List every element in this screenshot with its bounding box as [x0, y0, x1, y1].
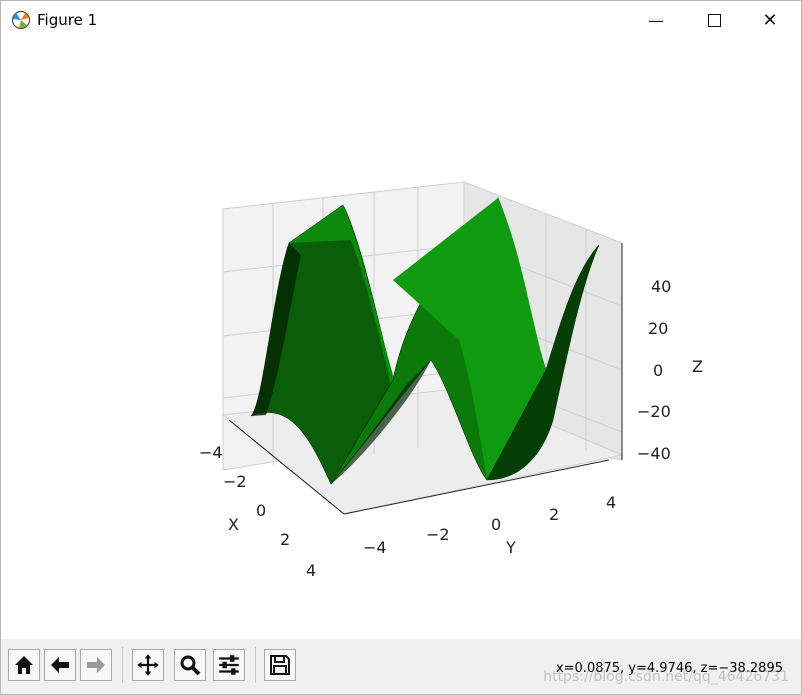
3d-surface-plot: −4 −2 0 2 4 X −4 −2 0 2 4 Y 40 20 0 −20 … [199, 181, 703, 580]
navigation-toolbar: x=0.0875, y=4.9746, z=−38.2895 https://b… [1, 639, 801, 694]
y-axis-label: Y [505, 538, 516, 557]
z-tick: 0 [653, 361, 663, 380]
z-tick: 40 [651, 277, 671, 296]
sliders-icon [219, 655, 239, 675]
x-tick: −4 [199, 443, 223, 462]
forward-arrow-icon [87, 657, 105, 673]
minimize-icon: — [648, 11, 664, 30]
zoom-button[interactable] [174, 649, 206, 681]
forward-button[interactable] [80, 649, 112, 681]
matplotlib-logo-icon [12, 11, 30, 29]
home-icon [15, 656, 33, 674]
x-axis-label: X [228, 515, 239, 534]
x-tick: 0 [256, 501, 266, 520]
toolbar-separator [255, 647, 256, 683]
x-tick: 4 [306, 561, 316, 580]
y-tick: 4 [606, 493, 616, 512]
close-icon: ✕ [762, 10, 778, 31]
pan-button[interactable] [132, 649, 164, 681]
z-tick: 20 [648, 319, 668, 338]
move-icon [137, 654, 159, 676]
maximize-icon [707, 14, 721, 27]
configure-subplots-button[interactable] [213, 649, 245, 681]
close-button[interactable]: ✕ [747, 1, 793, 40]
minimize-button[interactable]: — [633, 1, 679, 40]
z-axis-label: Z [692, 357, 703, 376]
save-button[interactable] [264, 649, 296, 681]
x-tick: 2 [280, 530, 290, 549]
title-bar[interactable]: Figure 1 — ✕ [1, 1, 801, 40]
y-tick: −4 [363, 538, 387, 557]
toolbar-separator [122, 647, 123, 683]
y-tick: 2 [549, 505, 559, 524]
home-button[interactable] [8, 649, 40, 681]
window-title: Figure 1 [37, 11, 98, 29]
maximize-button[interactable] [691, 1, 737, 40]
watermark-text: https://blog.csdn.net/qq_46426731 [543, 669, 789, 685]
back-button[interactable] [44, 649, 76, 681]
floppy-disk-icon [270, 655, 290, 675]
z-tick: −20 [637, 402, 671, 421]
y-tick: 0 [491, 515, 501, 534]
plot-canvas[interactable]: −4 −2 0 2 4 X −4 −2 0 2 4 Y 40 20 0 −20 … [1, 40, 801, 638]
magnifier-icon [180, 655, 201, 676]
x-tick: −2 [223, 472, 247, 491]
back-arrow-icon [51, 657, 69, 673]
y-tick: −2 [426, 525, 450, 544]
figure-window: Figure 1 — ✕ −4 −2 0 2 4 X −4 −2 0 2 4 Y… [0, 0, 802, 695]
z-tick: −40 [637, 444, 671, 463]
